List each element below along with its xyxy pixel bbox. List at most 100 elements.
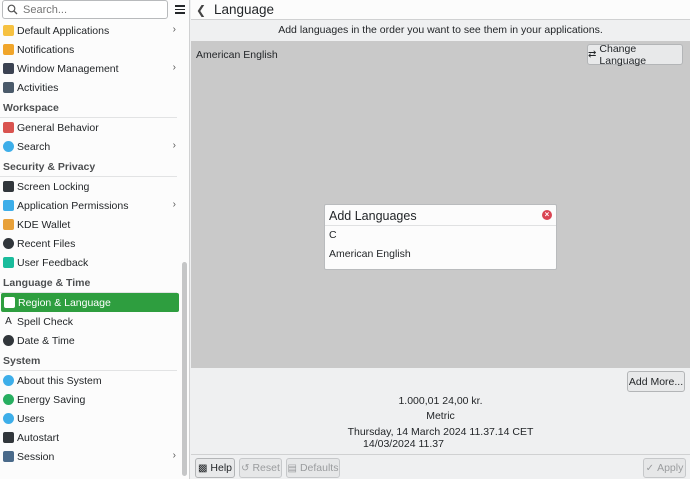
sidebar-item-label: Application Permissions [17,199,129,212]
measurement-preview: Metric [426,410,455,422]
datetime-long-preview: Thursday, 14 March 2024 11.37.14 CET [347,426,534,438]
sidebar-item-region-language[interactable]: Region & Language [1,293,179,312]
instruction-text: Add languages in the order you want to s… [191,20,690,40]
chevron-right-icon: › [172,199,176,210]
change-language-label: Change Language [599,42,647,67]
users-icon [3,413,14,424]
sidebar-item-label: Energy Saving [17,393,86,406]
footer-bar: ▩ Help ↺ Reset ▤ Defaults ✓ Apply [191,454,690,479]
sidebar-item-users[interactable]: Users [0,409,180,428]
sidebar-item-label: Session [17,450,55,463]
sidebar-item-label: Users [17,412,45,425]
recent-files-icon [3,238,14,249]
sidebar-item-label: Recent Files [17,237,76,250]
reset-button[interactable]: ↺ Reset [239,458,282,478]
sidebar-item-autostart[interactable]: Autostart [0,428,180,447]
wallet-icon [3,219,14,230]
section-language-time: Language & Time [0,272,177,293]
chevron-right-icon: › [172,140,176,151]
sidebar-item-recent-files[interactable]: Recent Files [0,234,180,253]
current-language-label: American English [196,49,278,61]
popup-title: Add Languages [329,209,417,223]
chevron-right-icon: › [172,450,176,461]
sidebar-list: Default Applications › Notifications Window… [0,21,180,466]
close-icon[interactable]: × [542,210,552,220]
section-system: System [0,350,177,371]
help-icon: ▩ [197,462,208,474]
defaults-button[interactable]: ▤ Defaults [286,458,340,478]
help-button[interactable]: ▩ Help [195,458,235,478]
sidebar-item-screen-locking[interactable]: Screen Locking [0,177,180,196]
sidebar-item-label: About this System [17,374,102,387]
sidebar-item-search[interactable]: Search › [0,137,180,156]
search-field[interactable] [2,0,168,19]
sidebar-item-label: Activities [17,81,59,94]
defaults-icon: ▤ [287,462,297,474]
page-title: Language [214,2,275,17]
hamburger-menu-icon[interactable] [171,1,188,18]
section-workspace: Workspace [0,97,177,118]
screen-lock-icon [3,181,14,192]
back-arrow-icon[interactable]: ❮ [191,3,211,17]
flag-icon [4,297,15,308]
sidebar-item-label: Date & Time [17,334,75,347]
help-label: Help [210,462,233,474]
sidebar-item-activities[interactable]: Activities [0,78,180,97]
sidebar-item-notifications[interactable]: Notifications [0,40,180,59]
apply-label: Apply [657,462,684,474]
general-behavior-icon [3,122,14,133]
sidebar-item-general-behavior[interactable]: General Behavior [0,118,180,137]
sidebar-item-label: KDE Wallet [17,218,71,231]
sidebar-item-label: Default Applications [17,24,110,37]
sidebar-item-label: Screen Locking [17,180,90,193]
sidebar-item-user-feedback[interactable]: User Feedback [0,253,180,272]
shield-icon [3,200,14,211]
chevron-right-icon: › [172,24,176,35]
window-icon [3,63,14,74]
sidebar-item-kde-wallet[interactable]: KDE Wallet [0,215,180,234]
autostart-icon [3,432,14,443]
apply-check-icon: ✓ [645,462,655,474]
reset-icon: ↺ [241,462,250,474]
search-icon [7,4,19,16]
language-row[interactable]: American English ⇄ Change Language [191,41,690,68]
add-more-button[interactable]: Add More... [627,371,685,392]
sidebar-item-spell-check[interactable]: A Spell Check [0,312,180,331]
add-languages-popup: Add Languages × C American English [324,204,557,270]
sidebar-item-session[interactable]: Session › [0,447,180,466]
sidebar-item-label: General Behavior [17,121,99,134]
language-option[interactable]: C [329,229,337,241]
popup-divider [325,225,556,226]
language-list-area: American English ⇄ Change Language Add L… [191,41,690,368]
sidebar-item-default-applications[interactable]: Default Applications › [0,21,180,40]
reset-label: Reset [252,462,280,474]
sidebar-item-label: Region & Language [18,296,111,309]
sidebar-item-window-management[interactable]: Window Management › [0,59,180,78]
sidebar-item-label: Spell Check [17,315,74,328]
language-option[interactable]: American English [329,248,411,260]
group-security: Screen Locking Application Permissions › KD… [0,177,180,272]
sidebar-item-label: Search [17,140,51,153]
feedback-icon [3,257,14,268]
sidebar-item-label: Notifications [17,43,75,56]
datetime-short-preview: 14/03/2024 11.37 [363,438,444,450]
preview-area: Add More... 1.000,01 24,00 kr. Metric Th… [191,368,690,454]
chevron-right-icon: › [172,62,176,73]
change-language-button[interactable]: ⇄ Change Language [587,42,683,67]
sidebar-item-about-this-system[interactable]: About this System [0,371,180,390]
sidebar-item-date-time[interactable]: Date & Time [0,331,180,350]
search-input[interactable] [23,3,153,16]
sidebar-item-label: Window Management [17,62,119,75]
bell-icon [3,44,14,55]
sidebar-item-label: Autostart [17,431,60,444]
clock-icon [3,335,14,346]
activities-icon [3,82,14,93]
sidebar-item-application-permissions[interactable]: Application Permissions › [0,196,180,215]
sidebar-item-energy-saving[interactable]: Energy Saving [0,390,180,409]
group-top: Default Applications › Notifications Window… [0,21,180,97]
apply-button[interactable]: ✓ Apply [643,458,686,478]
search-globe-icon [3,141,14,152]
group-workspace: General Behavior Search › [0,118,180,156]
section-security-privacy: Security & Privacy [0,156,177,177]
session-icon [3,451,14,462]
